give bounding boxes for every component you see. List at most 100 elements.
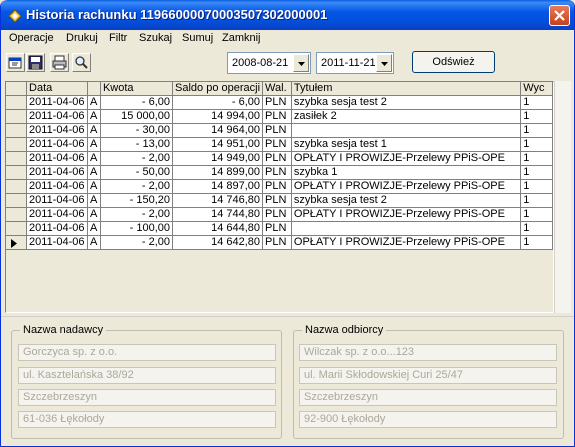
cell-type[interactable]: A [87,137,101,152]
cell-date[interactable]: 2011-04-06 [26,137,88,152]
cell-title[interactable]: OPŁATY I PROWIZJE-Przelewy PPiS-OPE [291,207,522,222]
cell-amount[interactable]: - 100,00 [100,221,174,236]
row-indicator[interactable] [6,95,28,110]
cell-wyc[interactable]: 1 [520,179,553,194]
title-bar[interactable]: Historia rachunku 1196600007000350730200… [1,0,574,30]
row-indicator[interactable] [6,165,28,180]
cell-wyc[interactable]: 1 [520,193,553,208]
cell-type[interactable]: A [87,123,101,138]
cell-currency[interactable]: PLN [262,193,292,208]
cell-title[interactable]: szybka sesja test 1 [291,137,522,152]
menu-sumuj[interactable]: Sumuj [182,32,213,44]
cell-type[interactable]: A [87,193,101,208]
cell-amount[interactable]: - 150,20 [100,193,174,208]
cell-date[interactable]: 2011-04-06 [26,235,88,250]
table-row[interactable]: 2011-04-06 A - 2,00 14 744,80 PLN OPŁATY I PR… [6,207,553,222]
cell-wyc[interactable]: 1 [520,151,553,166]
cell-amount[interactable]: - 2,00 [100,207,174,222]
properties-button[interactable] [6,53,25,72]
cell-amount[interactable]: - 2,00 [100,235,174,250]
cell-currency[interactable]: PLN [262,235,292,250]
column-header-data[interactable]: Data [26,82,88,96]
print-button[interactable] [50,53,69,72]
table-row[interactable]: 2011-04-06 A - 50,00 14 899,00 PLN szybka 11 [6,165,553,180]
row-indicator[interactable] [6,123,28,138]
row-indicator[interactable] [6,151,28,166]
cell-type[interactable]: A [87,207,101,222]
cell-balance[interactable]: - 6,00 [172,95,264,110]
cell-currency[interactable]: PLN [262,221,292,236]
row-indicator[interactable] [6,207,28,222]
column-header-waluta[interactable]: Wal. [262,82,292,96]
cell-amount[interactable]: - 13,00 [100,137,174,152]
cell-amount[interactable]: - 2,00 [100,151,174,166]
cell-wyc[interactable]: 1 [520,221,553,236]
cell-title[interactable]: szybka sesja test 2 [291,193,522,208]
menu-operacje[interactable]: Operacje [9,32,54,44]
cell-balance[interactable]: 14 642,80 [172,235,264,250]
table-row[interactable]: 2011-04-06 A - 2,00 14 642,80 PLN OPŁATY I PR… [6,235,553,250]
menu-drukuj[interactable]: Drukuj [66,32,98,44]
cell-wyc[interactable]: 1 [520,123,553,138]
cell-title[interactable]: OPŁATY I PROWIZJE-Przelewy PPiS-OPE [291,179,522,194]
cell-title[interactable]: zasiłek 2 [291,109,522,124]
cell-type[interactable]: A [87,221,101,236]
cell-currency[interactable]: PLN [262,165,292,180]
cell-amount[interactable]: - 50,00 [100,165,174,180]
column-header-kwota[interactable]: Kwota [100,82,174,96]
cell-currency[interactable]: PLN [262,109,292,124]
cell-balance[interactable]: 14 644,80 [172,221,264,236]
cell-date[interactable]: 2011-04-06 [26,207,88,222]
cell-wyc[interactable]: 1 [520,165,553,180]
close-button[interactable] [549,5,570,26]
date-from-picker[interactable]: 2008-08-21 [227,52,311,74]
cell-type[interactable]: A [87,95,101,110]
row-indicator[interactable] [6,235,28,250]
column-header-saldo[interactable]: Saldo po operacji [172,82,264,96]
table-row[interactable]: 2011-04-06 A - 13,00 14 951,00 PLN szybka ses… [6,137,553,152]
cell-balance[interactable]: 14 899,00 [172,165,264,180]
cell-balance[interactable]: 14 949,00 [172,151,264,166]
cell-title[interactable]: szybka sesja test 2 [291,95,522,110]
cell-title[interactable]: OPŁATY I PROWIZJE-Przelewy PPiS-OPE [291,235,522,250]
cell-date[interactable]: 2011-04-06 [26,109,88,124]
row-indicator[interactable] [6,109,28,124]
cell-amount[interactable]: - 30,00 [100,123,174,138]
date-to-picker[interactable]: 2011-11-21 [316,52,394,74]
table-row[interactable]: 2011-04-06 A - 2,00 14 897,00 PLN OPŁATY I PR… [6,179,553,194]
cell-title[interactable]: OPŁATY I PROWIZJE-Przelewy PPiS-OPE [291,151,522,166]
cell-currency[interactable]: PLN [262,151,292,166]
table-row[interactable]: 2011-04-06 A - 2,00 14 949,00 PLN OPŁATY I PR… [6,151,553,166]
cell-type[interactable]: A [87,179,101,194]
cell-date[interactable]: 2011-04-06 [26,95,88,110]
cell-currency[interactable]: PLN [262,123,292,138]
cell-type[interactable]: A [87,151,101,166]
menu-szukaj[interactable]: Szukaj [139,32,172,44]
cell-balance[interactable]: 14 897,00 [172,179,264,194]
cell-date[interactable]: 2011-04-06 [26,221,88,236]
table-row[interactable]: 2011-04-06 A - 6,00- 6,00 PLN szybka sesja t… [6,95,553,110]
table-row[interactable]: 2011-04-06 A - 100,00 14 644,80 PLN 1 [6,221,553,236]
column-header-tytulem[interactable]: Tytułem [291,82,522,96]
save-button[interactable] [26,53,45,72]
cell-wyc[interactable]: 1 [520,207,553,222]
cell-currency[interactable]: PLN [262,207,292,222]
vertical-scrollbar[interactable] [554,81,571,313]
cell-date[interactable]: 2011-04-06 [26,123,88,138]
cell-balance[interactable]: 14 951,00 [172,137,264,152]
table-row[interactable]: 2011-04-06 A - 150,20 14 746,80 PLN szybka se… [6,193,553,208]
cell-date[interactable]: 2011-04-06 [26,193,88,208]
cell-balance[interactable]: 14 746,80 [172,193,264,208]
cell-wyc[interactable]: 1 [520,109,553,124]
cell-currency[interactable]: PLN [262,179,292,194]
cell-balance[interactable]: 14 744,80 [172,207,264,222]
transactions-grid[interactable]: Data Kwota Saldo po operacji Wal. Tytułe… [5,81,554,313]
table-row[interactable]: 2011-04-06 A - 30,00 14 964,00 PLN 1 [6,123,553,138]
row-indicator[interactable] [6,179,28,194]
menu-filtr[interactable]: Filtr [109,32,127,44]
menu-zamknij[interactable]: Zamknij [222,32,261,44]
cell-wyc[interactable]: 1 [520,137,553,152]
cell-currency[interactable]: PLN [262,95,292,110]
cell-type[interactable]: A [87,109,101,124]
cell-wyc[interactable]: 1 [520,235,553,250]
